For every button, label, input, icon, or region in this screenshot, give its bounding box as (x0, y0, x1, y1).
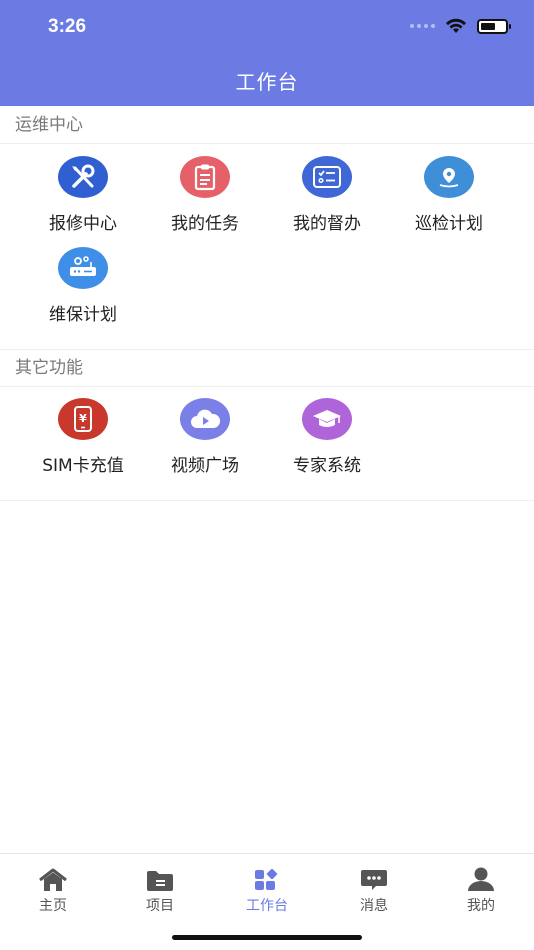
section-title-ops: 运维中心 (0, 106, 534, 144)
status-time: 3:26 (48, 16, 87, 37)
section-title-other: 其它功能 (0, 349, 534, 387)
folder-icon (107, 862, 213, 892)
grid-item-inspection-plan[interactable]: 巡检计划 (389, 156, 509, 234)
phone-yuan-icon: ¥ (58, 398, 108, 440)
grid-item-repair-center[interactable]: 报修中心 (23, 156, 143, 234)
checklist-icon (302, 156, 352, 198)
home-icon (0, 862, 106, 892)
tab-label: 主页 (39, 898, 67, 914)
wrench-screwdriver-icon (58, 156, 108, 198)
wifi-icon (446, 18, 466, 33)
grid-item-maintenance-plan[interactable]: 维保计划 (23, 247, 143, 325)
grid-item-label: 报修中心 (49, 214, 117, 234)
home-indicator (172, 935, 362, 940)
grid-item-label: 专家系统 (293, 456, 361, 476)
grid-item-label: SIM卡充值 (42, 456, 124, 476)
grid-item-label: 我的督办 (293, 214, 361, 234)
grid-item-expert-system[interactable]: 专家系统 (267, 398, 387, 476)
page-title: 工作台 (235, 70, 299, 94)
person-icon (428, 862, 534, 892)
tab-me[interactable]: 我的 (428, 854, 534, 915)
cloud-play-icon (180, 398, 230, 440)
clipboard-icon (180, 156, 230, 198)
grid-item-label: 视频广场 (171, 456, 239, 476)
battery-icon (477, 18, 511, 34)
graduation-cap-icon (302, 398, 352, 440)
grid-item-my-tasks[interactable]: 我的任务 (145, 156, 265, 234)
tab-workbench[interactable]: 工作台 (214, 854, 320, 915)
tab-messages[interactable]: 消息 (321, 854, 427, 915)
grid-item-video-plaza[interactable]: 视频广场 (145, 398, 265, 476)
tab-label: 消息 (360, 898, 388, 914)
tab-label: 工作台 (246, 898, 288, 914)
grid-item-label: 维保计划 (49, 305, 117, 325)
grid-item-label: 巡检计划 (415, 214, 483, 234)
app-header: 3:26 工作台 (0, 0, 534, 106)
location-pin-icon (424, 156, 474, 198)
svg-text:¥: ¥ (79, 412, 87, 425)
tab-label: 我的 (467, 898, 495, 914)
signal-dots-icon (410, 24, 435, 28)
grid-item-label: 我的任务 (171, 214, 239, 234)
message-icon (321, 862, 427, 892)
tab-label: 项目 (146, 898, 174, 914)
grid-item-sim-recharge[interactable]: ¥ SIM卡充值 (23, 398, 143, 476)
grid-item-my-supervision[interactable]: 我的督办 (267, 156, 387, 234)
section-divider (0, 500, 534, 501)
status-icons (410, 18, 511, 34)
workbench-icon (214, 862, 320, 892)
tab-home[interactable]: 主页 (0, 854, 106, 915)
tab-projects[interactable]: 项目 (107, 854, 213, 915)
router-gear-icon (58, 247, 108, 289)
